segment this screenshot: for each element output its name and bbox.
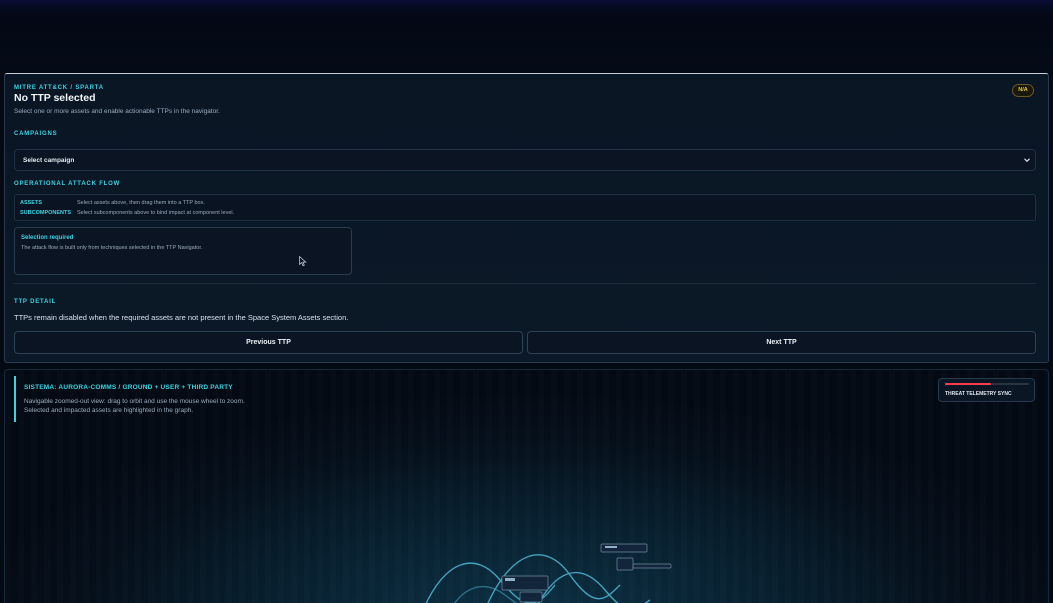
asset-node	[605, 546, 617, 548]
flow-row-text: Select subcomponents above to bind impac…	[77, 210, 235, 216]
section-divider	[14, 283, 1036, 284]
selection-required-box: Selection required The attack flow is bu…	[14, 227, 352, 275]
ttp-detail-note: TTPs remain disabled when the required a…	[14, 313, 349, 322]
orbit-graph	[425, 543, 672, 603]
campaign-select[interactable]: Select campaign	[14, 149, 1036, 171]
system-info-card: SISTEMA: AURORA-COMMS / GROUND + USER + …	[14, 376, 314, 422]
chevron-down-icon	[1024, 158, 1030, 163]
selection-text: The attack flow is built only from techn…	[21, 245, 203, 251]
asset-node	[616, 557, 634, 571]
ttp-detail-label: TTP DETAIL	[14, 299, 57, 305]
flow-row-key: SUBCOMPONENTS	[20, 210, 72, 216]
telemetry-label: THREAT TELEMETRY SYNC	[945, 391, 1012, 397]
asset-node	[519, 591, 543, 603]
panel-title: No TTP selected	[14, 92, 96, 104]
status-badge: N/A	[1012, 84, 1034, 97]
attack-flow-legend: ASSETS Select assets above, then drag th…	[14, 194, 1036, 221]
telemetry-track	[945, 383, 1029, 385]
telemetry-progress-fill	[945, 383, 992, 385]
system-description: Navigable zoomed-out view: drag to orbit…	[24, 398, 245, 414]
threat-telemetry-widget: THREAT TELEMETRY SYNC	[938, 378, 1035, 402]
next-ttp-button[interactable]: Next TTP	[527, 331, 1036, 354]
system-title: SISTEMA: AURORA-COMMS / GROUND + USER + …	[24, 384, 233, 391]
asset-node	[505, 578, 515, 581]
ttp-detail-panel: MITRE ATT&CK / SPARTA No TTP selected Se…	[4, 73, 1049, 363]
panel-subtitle: Select one or more assets and enable act…	[14, 108, 220, 115]
attack-flow-label: OPERATIONAL ATTACK FLOW	[14, 181, 121, 187]
campaigns-label: CAMPAIGNS	[14, 131, 58, 137]
mouse-cursor-icon	[299, 256, 307, 267]
campaign-select-value: Select campaign	[23, 157, 75, 164]
panel-kicker: MITRE ATT&CK / SPARTA	[14, 85, 104, 91]
system-graph-viewport[interactable]: SISTEMA: AURORA-COMMS / GROUND + USER + …	[4, 369, 1049, 603]
top-header-band	[0, 0, 1053, 72]
previous-ttp-button[interactable]: Previous TTP	[14, 331, 523, 354]
asset-node	[632, 563, 672, 569]
selection-heading: Selection required	[21, 235, 74, 241]
flow-row-text: Select assets above, then drag them into…	[77, 200, 205, 206]
flow-row-key: ASSETS	[20, 200, 43, 206]
